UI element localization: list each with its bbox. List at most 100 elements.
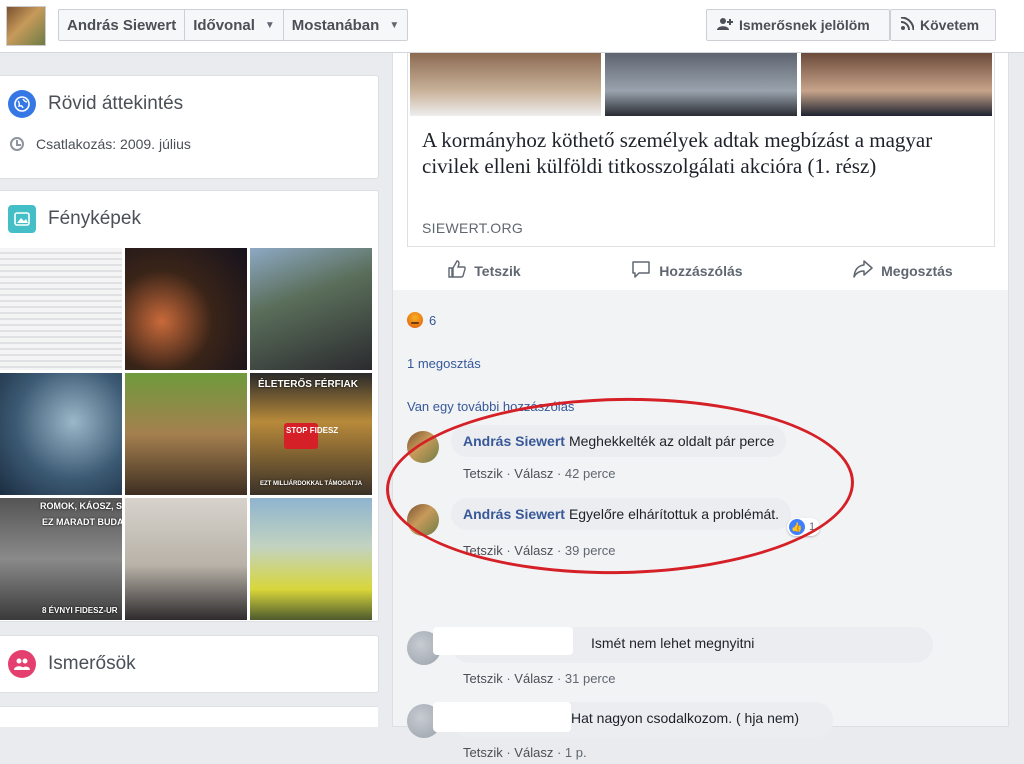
photo-ruins[interactable]: ROMOK, KÁOSZ, S EZ MARADT BUDA 8 ÉVNYI F… <box>0 498 122 620</box>
reaction-count: 6 <box>429 312 437 328</box>
stop-sign: STOP FIDESZ <box>284 423 338 449</box>
chevron-down-icon: ▼ <box>264 19 275 31</box>
comment-text: Hat nagyon csodalkozom. ( hja nem) <box>571 710 799 726</box>
comment-author[interactable]: András Siewert <box>463 506 565 522</box>
comment-time[interactable]: 31 perce <box>565 671 616 686</box>
comment-time[interactable]: 39 perce <box>565 543 616 558</box>
tab-recent[interactable]: Mostanában ▼ <box>284 10 407 40</box>
reaction-summary[interactable]: 6 <box>407 312 436 328</box>
comment-like-link[interactable]: Tetszik <box>463 745 503 760</box>
add-friend-button[interactable]: Ismerősnek jelölöm <box>706 9 890 41</box>
post-card: A kormányhoz köthető személyek adtak meg… <box>392 53 1009 760</box>
comment-reply-link[interactable]: Válasz <box>514 543 553 558</box>
redacted-commenter-name <box>433 627 573 655</box>
comment-time[interactable]: 1 p. <box>565 745 587 760</box>
like-icon <box>448 259 467 283</box>
photo-grid: ÉLETERŐS FÉRFIAK STOP FIDESZ EZT MILLIÁR… <box>0 248 372 620</box>
share-label: Megosztás <box>881 263 953 279</box>
view-more-comments-link[interactable]: Van egy további hozzászólás <box>407 399 574 414</box>
comment-meta: Tetszik · Válasz · 31 perce <box>463 671 616 686</box>
add-friend-icon <box>717 17 733 34</box>
photo-speaker-crowd[interactable] <box>250 248 372 370</box>
photo-man-holding-picture[interactable] <box>125 498 247 620</box>
commenter-avatar[interactable] <box>407 431 439 463</box>
photo-workers[interactable] <box>250 498 372 620</box>
comment-author[interactable]: András Siewert <box>463 433 565 449</box>
tab-timeline-label: Idővonal <box>193 16 255 34</box>
intro-title: Rövid áttekintés <box>48 93 184 114</box>
comment-item: Hat nagyon csodalkozom. ( hja nem) Tetsz… <box>407 702 997 764</box>
intro-card: Rövid áttekintés Csatlakozás: 2009. júli… <box>0 75 379 179</box>
comment-item: András Siewert Egyelőre elhárítottuk a pr… <box>407 498 997 564</box>
comment-text: Meghekkelték az oldalt pár perce <box>568 433 775 449</box>
chevron-down-icon: ▼ <box>389 19 400 31</box>
comment-reply-link[interactable]: Válasz <box>514 466 553 481</box>
comments-section: 6 1 megosztás Van egy további hozzászólá… <box>393 290 1008 760</box>
friends-card: Ismerősök <box>0 635 379 693</box>
friends-list-preview <box>0 706 378 727</box>
comment-meta: Tetszik · Válasz · 39 perce <box>463 543 616 558</box>
profile-header-bar: András Siewert Idővonal ▼ Mostanában ▼ Ism… <box>0 0 1024 53</box>
stop-sign-label: STOP FIDESZ <box>286 426 339 435</box>
share-icon <box>853 259 873 283</box>
comment-text: Ismét nem lehet megnyitni <box>591 635 755 651</box>
comment-like-badge[interactable]: 👍 1 <box>787 518 821 536</box>
globe-icon <box>8 90 36 118</box>
like-label: Tetszik <box>474 263 521 279</box>
profile-nav: András Siewert Idővonal ▼ Mostanában ▼ <box>58 9 409 41</box>
share-button[interactable]: Megosztás <box>853 259 953 283</box>
comment-meta: Tetszik · Válasz · 1 p. <box>463 745 587 760</box>
comment-icon <box>631 260 651 283</box>
friends-title: Ismerősök <box>48 653 136 674</box>
profile-name-link[interactable]: András Siewert <box>59 10 186 40</box>
tab-timeline[interactable]: Idővonal ▼ <box>185 10 284 40</box>
commenter-avatar[interactable] <box>407 504 439 536</box>
comment-button[interactable]: Hozzászólás <box>631 260 743 283</box>
comment-meta: Tetszik · Válasz · 42 perce <box>463 466 616 481</box>
share-count-link[interactable]: 1 megosztás <box>407 356 481 371</box>
like-button[interactable]: Tetszik <box>448 259 521 283</box>
comment-text: Egyelőre elhárítottuk a problémát. <box>568 506 780 522</box>
photo-document[interactable] <box>0 248 122 370</box>
photo-caption: EZT MILLIÁRDOKKAL TÁMOGATJA <box>260 481 363 487</box>
comment-like-link[interactable]: Tetszik <box>463 466 503 481</box>
comment-time[interactable]: 42 perce <box>565 466 616 481</box>
comment-bubble: András Siewert Meghekkelték az oldalt pár… <box>451 425 787 457</box>
follow-button[interactable]: Követem <box>890 9 996 41</box>
comment-like-count: 1 <box>809 521 816 533</box>
comment-item: András Siewert Meghekkelték az oldalt pár… <box>407 425 997 491</box>
profile-avatar[interactable] <box>6 6 46 46</box>
link-title[interactable]: A kormányhoz köthető személyek adtak meg… <box>422 127 972 179</box>
photos-title: Fényképek <box>48 208 141 229</box>
photo-group-selfie[interactable] <box>125 373 247 495</box>
link-preview[interactable]: A kormányhoz köthető személyek adtak meg… <box>407 53 995 247</box>
comment-like-link[interactable]: Tetszik <box>463 543 503 558</box>
friends-icon <box>8 650 36 678</box>
photo-caption: 8 ÉVNYI FIDESZ-UR <box>42 606 118 615</box>
link-preview-image <box>410 53 992 116</box>
joined-row: Csatlakozás: 2009. július <box>10 136 378 152</box>
angry-reaction-icon <box>407 312 423 328</box>
photo-stop-fidesz[interactable]: ÉLETERŐS FÉRFIAK STOP FIDESZ EZT MILLIÁR… <box>250 373 372 495</box>
comment-reply-link[interactable]: Válasz <box>514 671 553 686</box>
link-domain: SIEWERT.ORG <box>422 220 524 236</box>
post-actions: Tetszik Hozzászólás Megosztás <box>393 252 1008 291</box>
comment-item: Ismét nem lehet megnyitni Tetszik · Vála… <box>407 627 997 691</box>
photo-night-king[interactable] <box>0 373 122 495</box>
photos-card: Fényképek ÉLETERŐS FÉRFIAK STOP FIDESZ E… <box>0 190 379 622</box>
comment-reply-link[interactable]: Válasz <box>514 745 553 760</box>
photo-caption: ÉLETERŐS FÉRFIAK <box>258 379 359 390</box>
photo-caption: ROMOK, KÁOSZ, S <box>40 501 122 511</box>
tab-recent-label: Mostanában <box>291 16 380 34</box>
clock-icon <box>10 137 24 151</box>
comment-like-link[interactable]: Tetszik <box>463 671 503 686</box>
redacted-commenter-name <box>433 702 571 732</box>
follow-label: Követem <box>920 17 980 33</box>
photo-night-protest[interactable] <box>125 248 247 370</box>
photo-caption: EZ MARADT BUDA <box>42 517 122 527</box>
photo-icon <box>8 205 36 233</box>
add-friend-label: Ismerősnek jelölöm <box>739 17 870 33</box>
comment-label: Hozzászólás <box>659 263 743 279</box>
rss-icon <box>900 16 915 33</box>
profile-name: András Siewert <box>67 16 177 34</box>
